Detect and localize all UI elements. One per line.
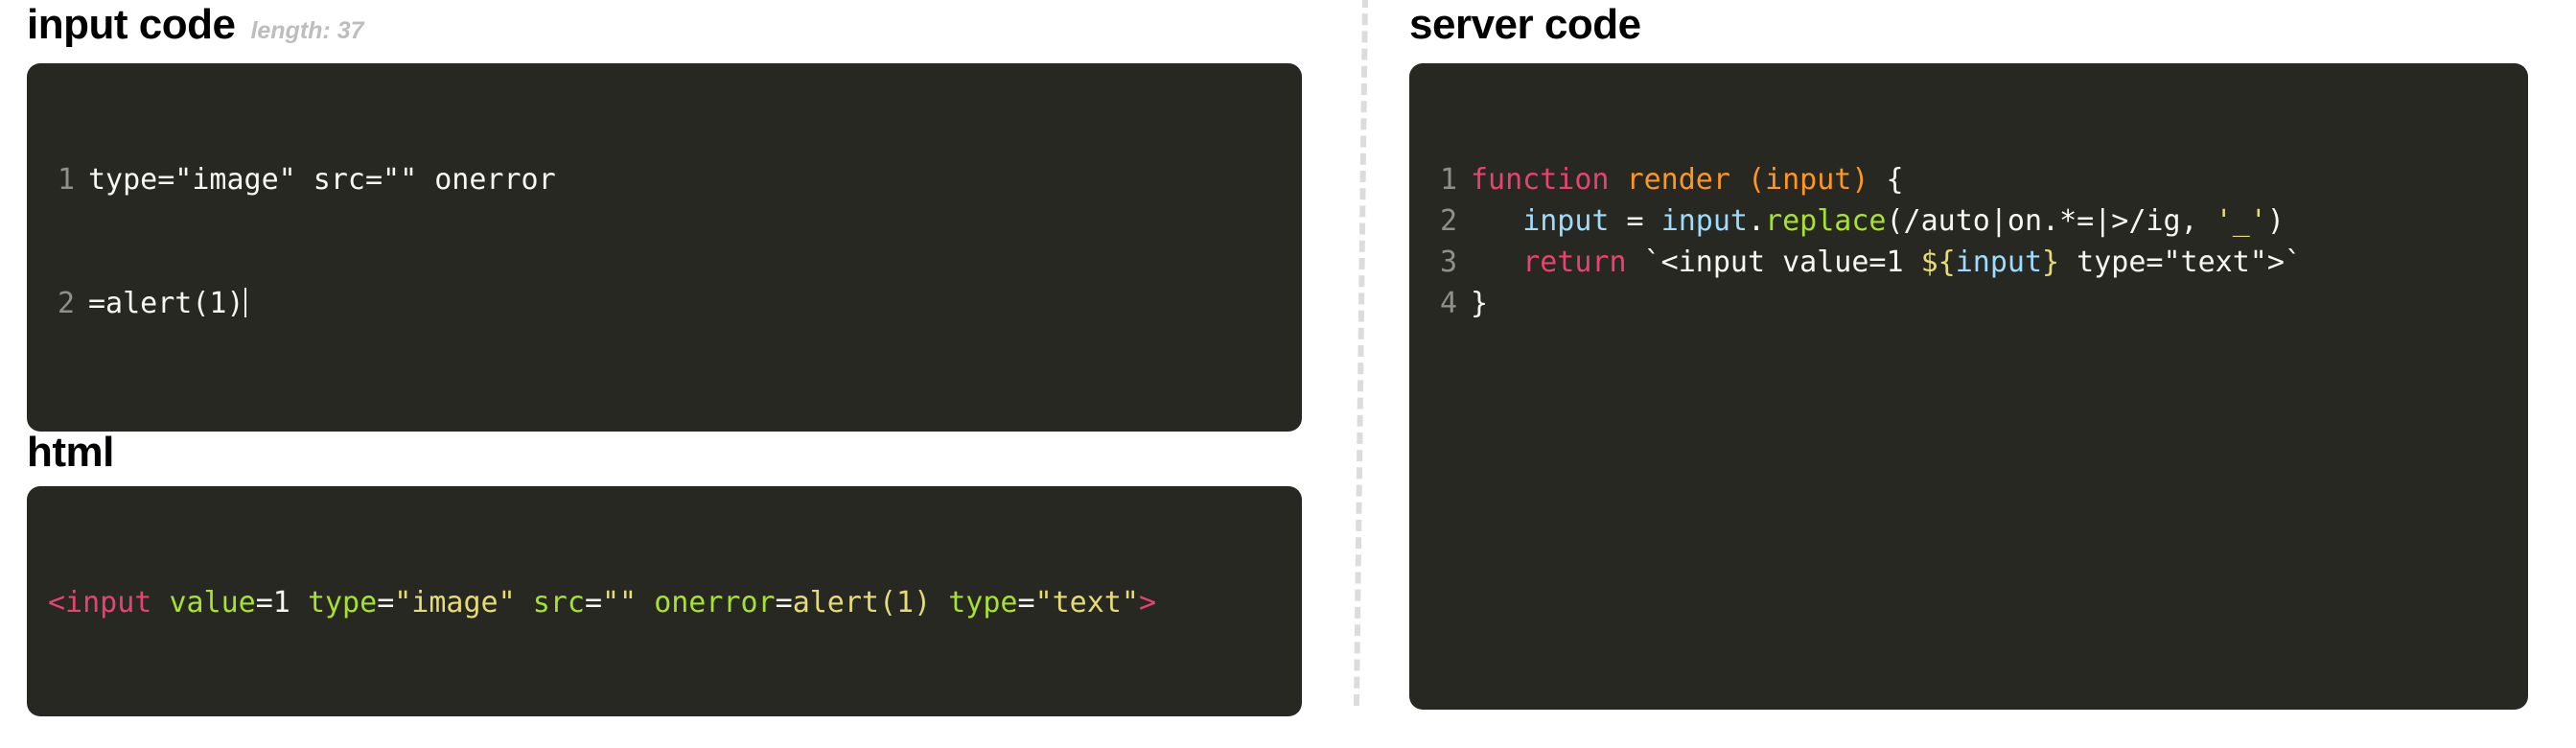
code-token: type [307,586,378,619]
code-token: ${ [1920,245,1956,279]
code-token: src [532,586,585,619]
code-line: 2 =alert(1) [48,283,1281,324]
line-content: function render (input) { [1471,159,2507,200]
right-column: server code 1 function render (input) {2 … [1409,0,2528,748]
code-token: input [1660,204,1748,238]
code-line: 3 return `<input value=1 ${input} type="… [1430,242,2507,283]
code-token: > [1138,586,1156,619]
code-token: = [775,586,793,619]
code-token: onerror [654,586,776,619]
code-token: function [1471,163,1610,197]
code-token: type="text">` [2059,245,2302,279]
code-token: } [1471,287,1489,320]
input-length-badge: length: 37 [250,17,364,44]
code-token: } [2042,245,2060,279]
code-token: value [169,586,256,619]
line-content: return `<input value=1 ${input} type="te… [1471,242,2507,283]
code-token: ) [1851,163,1869,197]
code-token: type [948,586,1018,619]
vertical-dashed-divider [1353,0,1368,706]
line-number: 2 [1439,204,1457,238]
html-heading-row: html [27,428,114,483]
page-title-server-code: server code [1409,1,1641,48]
code-token: = [584,586,602,619]
code-token: input [1955,245,2043,279]
code-token: { [1868,163,1904,197]
html-output-view[interactable]: <input value=1 type="image" src="" onerr… [27,486,1302,716]
code-line: 1 type="image" src="" onerror [48,159,1281,200]
code-token: "text" [1034,586,1139,619]
code-token: "image" [394,586,516,619]
code-token: =1 [255,586,308,619]
code-token: ( [1748,163,1766,197]
code-token: . [1748,204,1766,238]
input-code-editor[interactable]: 1 type="image" src="" onerror 2 =alert(1… [27,63,1302,432]
line-number: 1 [1439,163,1457,197]
code-token: "" [602,586,638,619]
text-caret [244,288,246,317]
code-token: return [1522,245,1627,279]
input-code-heading-row: input code length: 37 [27,0,1302,56]
code-token: `<input value=1 [1626,245,1921,279]
server-code-editor[interactable]: 1 function render (input) {2 input = inpu… [1409,63,2528,710]
left-column: input code length: 37 1 type="image" src… [27,0,1302,748]
line-text: =alert(1) [88,287,244,320]
code-line: 2 input = input.replace(/auto|on.*=|>/ig… [1430,200,2507,242]
page-title-input-code: input code [27,1,236,48]
code-token: (/auto|on.*=|>/ig, [1886,204,2216,238]
code-token: alert(1) [792,586,932,619]
line-content: =alert(1) [88,283,1281,324]
code-token: render [1626,163,1730,197]
code-line: 1 function render (input) { [1430,159,2507,200]
server-code-heading-row: server code [1409,0,2528,56]
line-content: input = input.replace(/auto|on.*=|>/ig, … [1471,200,2507,242]
line-number: 4 [1439,287,1457,320]
line-number: 2 [57,287,75,320]
code-token: ) [2266,204,2285,238]
code-line: 4} [1430,283,2507,324]
code-token: '_' [2215,204,2267,238]
code-token: = [377,586,395,619]
page-root: input code length: 37 1 type="image" src… [0,0,2576,748]
html-output-content: <input value=1 type="image" src="" onerr… [48,582,1281,623]
line-content: type="image" src="" onerror [88,163,556,197]
code-token: = [1609,204,1661,238]
page-title-html: html [27,429,114,476]
line-number: 3 [1439,245,1457,279]
code-token: replace [1765,204,1887,238]
code-token: <input [48,586,152,619]
server-code-content: 1 function render (input) {2 input = inpu… [1430,159,2507,324]
line-content: } [1471,283,2507,324]
line-number: 1 [57,163,75,197]
code-token: = [1017,586,1035,619]
code-token: input [1522,204,1610,238]
code-token: input [1765,163,1852,197]
